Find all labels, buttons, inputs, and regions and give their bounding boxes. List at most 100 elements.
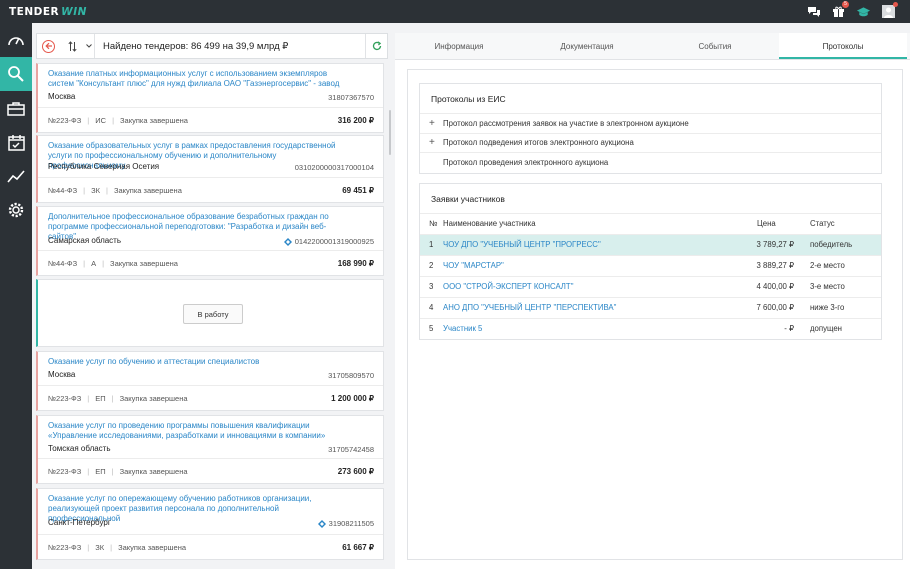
tender-law: №223-ФЗ: [48, 542, 82, 552]
sidebar-item-calendar[interactable]: [0, 125, 32, 159]
tender-status: Закупка завершена: [120, 115, 188, 125]
participant-link[interactable]: Участник 5: [443, 318, 753, 339]
tender-region: Самарская область: [48, 236, 122, 245]
tender-footer: №223-ФЗ | ЗК | Закупка завершена 61 667 ₽: [38, 534, 383, 559]
tender-card[interactable]: Оказание образовательных услуг в рамках …: [36, 135, 384, 203]
sidebar-item-settings[interactable]: [0, 193, 32, 227]
table-row: 3 ООО "СТРОЙ-ЭКСПЕРТ КОНСАЛТ" 4 400,00 ₽…: [420, 276, 881, 298]
tender-footer: №223-ФЗ | ИС | Закупка завершена 316 200 ₽: [38, 107, 383, 132]
tender-law: №223-ФЗ: [48, 466, 82, 476]
tender-region: Санкт-Петербург: [48, 518, 111, 527]
tender-type: ЕП: [95, 466, 106, 476]
tender-type: ЗК: [91, 185, 100, 195]
take-to-work-button[interactable]: В работу: [183, 304, 243, 324]
tender-card[interactable]: Оказание услуг по обучению и аттестации …: [36, 351, 384, 411]
bids-table-header: № Наименование участника Цена Статус: [420, 214, 881, 235]
tab-protocols[interactable]: Протоколы: [779, 33, 907, 59]
tender-title[interactable]: Оказание услуг по проведению программы п…: [48, 421, 348, 441]
gift-icon[interactable]: 5: [831, 1, 849, 19]
participant-link[interactable]: ООО "СТРОЙ-ЭКСПЕРТ КОНСАЛТ": [443, 276, 753, 298]
tender-type: А: [91, 258, 97, 268]
sort-icon: [67, 40, 77, 52]
sidebar-item-dashboard[interactable]: [0, 23, 32, 57]
protocol-item[interactable]: Протокол проведения электронного аукцион…: [420, 153, 881, 173]
refresh-button[interactable]: [365, 34, 387, 58]
protocol-item[interactable]: + Протокол рассмотрения заявок на участие…: [420, 114, 881, 134]
tender-region: Республика Северная Осетия: [48, 162, 160, 171]
participant-bids-heading: Заявки участников: [420, 184, 881, 214]
refresh-icon: [372, 41, 381, 51]
graduation-cap-icon[interactable]: [856, 4, 871, 19]
sidebar-item-portfolio[interactable]: [0, 91, 32, 125]
bids-table: № Наименование участника Цена Статус 1 Ч…: [420, 214, 881, 339]
back-button[interactable]: [42, 39, 55, 53]
notification-dot: [893, 2, 898, 7]
tender-price: 273 600 ₽: [337, 466, 374, 476]
list-scrollbar[interactable]: [389, 110, 391, 155]
tender-law: №223-ФЗ: [48, 115, 82, 125]
tender-card[interactable]: Оказание услуг по опережающему обучению …: [36, 488, 384, 560]
sort-button[interactable]: [61, 34, 83, 58]
tender-status: Закупка завершена: [119, 466, 188, 476]
detail-tabs: Информация Документация События Протокол…: [395, 33, 910, 60]
diamond-icon: [283, 237, 292, 246]
protocols-content: Протоколы из ЕИС + Протокол рассмотрения …: [407, 69, 903, 560]
table-row: 2 ЧОУ "МАРСТАР" 3 889,27 ₽ 2-е место: [420, 255, 881, 277]
participant-bids-box: Заявки участников № Наименование участни…: [419, 183, 882, 340]
tender-price: 61 667 ₽: [342, 542, 374, 552]
participant-link[interactable]: ЧОУ ДПО "УЧЕБНЫЙ ЦЕНТР "ПРОГРЕСС": [443, 234, 753, 256]
tender-title[interactable]: Оказание услуг по обучению и аттестации …: [48, 357, 348, 367]
tender-footer: №223-ФЗ | ЕП | Закупка завершена 273 600 ₽: [38, 458, 383, 483]
tender-price: 69 451 ₽: [342, 185, 374, 195]
tender-status: Закупка завершена: [110, 258, 178, 268]
tender-number: 31705809570: [328, 371, 374, 380]
tender-footer: №44-ФЗ | А | Закупка завершена 168 990 ₽: [38, 250, 383, 275]
arrow-left-icon: [44, 42, 52, 50]
tender-card[interactable]: Дополнительное профессиональное образова…: [36, 206, 384, 276]
sidebar-item-analytics[interactable]: [0, 159, 32, 193]
user-avatar-icon[interactable]: [881, 2, 898, 19]
top-bar: TENDER WIN 5: [0, 0, 910, 23]
tender-law: №44-ФЗ: [48, 258, 78, 268]
top-icons: 5: [806, 1, 898, 19]
sidebar-item-search[interactable]: [0, 57, 32, 91]
tender-region: Томская область: [48, 444, 111, 453]
tender-card[interactable]: Оказание платных информационных услуг с …: [36, 63, 384, 133]
tender-region: Москва: [48, 92, 76, 101]
sort-dropdown[interactable]: [83, 34, 95, 58]
speedometer-icon: [8, 37, 24, 46]
tender-type: ИС: [95, 115, 107, 125]
eis-protocols-heading: Протоколы из ЕИС: [420, 84, 881, 114]
tender-number: 0142200001319000925: [283, 237, 374, 246]
table-row: 5 Участник 5 - ₽ допущен: [420, 318, 881, 339]
left-sidebar: [0, 23, 32, 569]
table-row: 4 АНО ДПО "УЧЕБНЫЙ ЦЕНТР "ПЕРСПЕКТИВА" 7…: [420, 297, 881, 319]
tender-type: ЕП: [95, 393, 106, 403]
eis-protocols-box: Протоколы из ЕИС + Протокол рассмотрения …: [419, 83, 882, 174]
tender-status: Закупка завершена: [113, 185, 182, 195]
tender-title[interactable]: Оказание платных информационных услуг с …: [48, 69, 348, 89]
table-row: 1 ЧОУ ДПО "УЧЕБНЫЙ ЦЕНТР "ПРОГРЕСС" 3 78…: [420, 234, 881, 256]
tender-number: 31807367570: [328, 93, 374, 102]
tender-card[interactable]: Оказание услуг по проведению программы п…: [36, 415, 384, 484]
tab-documentation[interactable]: Документация: [523, 33, 651, 59]
plus-icon[interactable]: +: [429, 137, 443, 148]
tender-law: №44-ФЗ: [48, 185, 78, 195]
tender-status: Закупка завершена: [118, 542, 187, 552]
tab-information[interactable]: Информация: [395, 33, 523, 59]
chat-icon[interactable]: [806, 4, 821, 19]
tab-events[interactable]: События: [651, 33, 779, 59]
app-logo[interactable]: TENDER WIN: [9, 6, 87, 18]
tender-price: 168 990 ₽: [337, 258, 374, 268]
found-count: Найдено тендеров: 86 499 на 39,9 млрд ₽: [103, 40, 289, 52]
plus-icon[interactable]: +: [429, 118, 443, 129]
participant-link[interactable]: ЧОУ "МАРСТАР": [443, 255, 753, 277]
protocol-item[interactable]: + Протокол подведения итогов электронного…: [420, 134, 881, 153]
chevron-down-icon: [85, 44, 92, 48]
chart-line-icon: [6, 170, 25, 183]
participant-link[interactable]: АНО ДПО "УЧЕБНЫЙ ЦЕНТР "ПЕРСПЕКТИВА": [443, 297, 753, 319]
tender-status: Закупка завершена: [119, 393, 188, 403]
gift-badge: 5: [842, 1, 849, 8]
tender-list-panel: Найдено тендеров: 86 499 на 39,9 млрд ₽ …: [36, 33, 388, 569]
tender-number: 0310200000317000104: [294, 163, 374, 172]
